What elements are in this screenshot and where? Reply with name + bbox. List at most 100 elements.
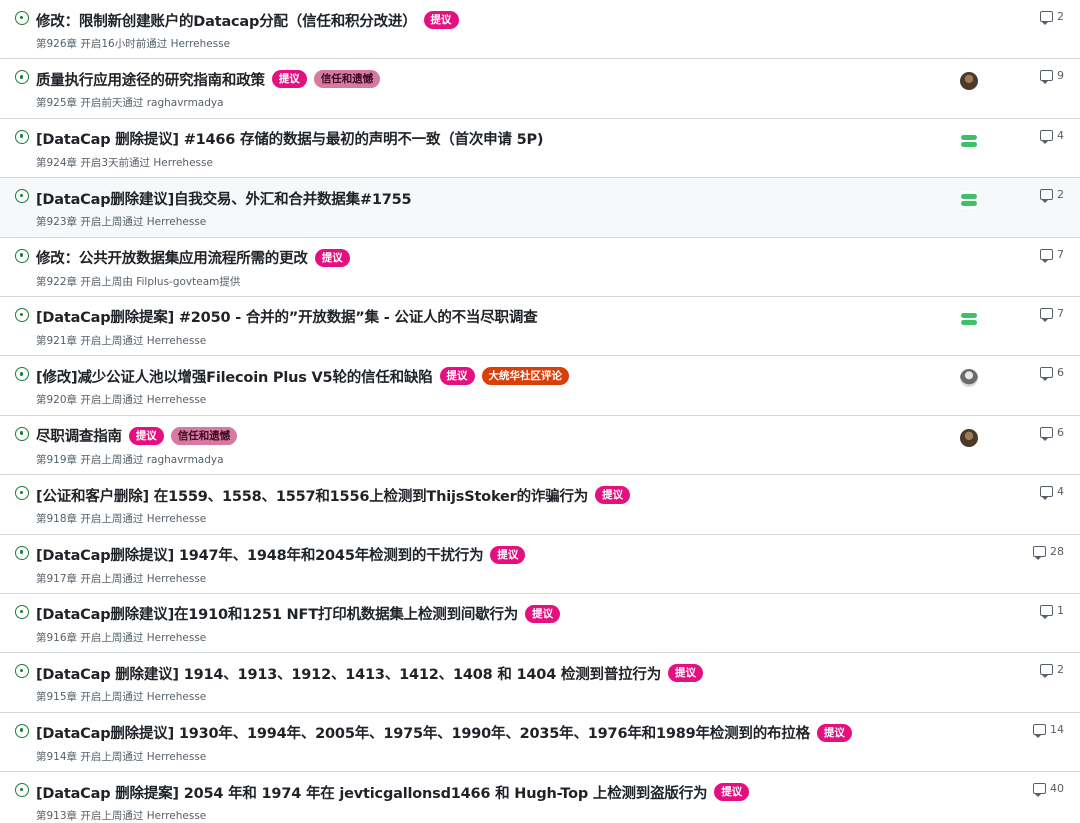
- comment-count: 4: [1057, 128, 1064, 142]
- label-proposal[interactable]: 提议: [816, 723, 852, 742]
- issue-title-link[interactable]: [DataCap 删除建议] 1914、1913、1912、1413、1412、…: [36, 663, 661, 684]
- issue-row-6[interactable]: [DataCap删除提案] #2050 - 合并的”开放数据”集 - 公证人的不…: [0, 296, 1080, 357]
- assignee-avatar[interactable]: [960, 428, 978, 447]
- issue-title-link[interactable]: [DataCap删除建议]在1910和1251 NFT打印机数据集上检测到间歇行…: [36, 603, 518, 624]
- issue-title-line: 质量执行应用途径的研究指南和政策 提议 信任和遗憾: [36, 66, 930, 92]
- comment-icon: [1040, 307, 1053, 322]
- issue-meta: 第919章 开启上周通过 raghavrmadya: [36, 453, 224, 466]
- issue-opened-icon: [15, 129, 29, 144]
- issue-title-link[interactable]: [DataCap删除建议]自我交易、外汇和合并数据集#1755: [36, 188, 412, 209]
- label-proposal[interactable]: 提议: [490, 545, 526, 564]
- label-proposal[interactable]: 提议: [128, 426, 164, 445]
- comment-count: 9: [1057, 69, 1064, 83]
- issue-title-link[interactable]: [公证和客户删除] 在1559、1558、1557和1556上检测到ThijsS…: [36, 485, 588, 506]
- comments-link[interactable]: 14: [1033, 722, 1064, 738]
- issue-meta: 第924章 开启3天前通过 Herrehesse: [36, 156, 213, 169]
- comment-count: 7: [1057, 306, 1064, 320]
- issue-row-9[interactable]: [公证和客户删除] 在1559、1558、1557和1556上检测到ThijsS…: [0, 475, 1080, 535]
- assignee-avatar[interactable]: [960, 369, 978, 388]
- issue-title-link[interactable]: [DataCap删除提案] #2050 - 合并的”开放数据”集 - 公证人的不…: [36, 306, 538, 327]
- comment-count: 14: [1050, 722, 1064, 736]
- issue-row-5[interactable]: 修改：公共开放数据集应用流程所需的更改 提议 第922章 开启上周由 Filpl…: [0, 237, 1080, 297]
- comments-link[interactable]: 28: [1033, 544, 1064, 560]
- label-proposal[interactable]: 提议: [423, 11, 459, 29]
- label-proposal[interactable]: 提议: [314, 248, 350, 267]
- comment-icon: [1040, 604, 1053, 619]
- issue-opened-icon: [15, 426, 29, 441]
- label-proposal[interactable]: 提议: [439, 367, 475, 386]
- issue-row-7[interactable]: [修改]减少公证人池以增强Filecoin Plus V5轮的信任和缺陷 提议大…: [0, 356, 1080, 416]
- comment-icon: [1040, 129, 1053, 144]
- issue-title-line: [DataCap删除提议] 1930年、1994年、2005年、1975年、19…: [36, 720, 930, 746]
- issue-title-link[interactable]: [修改]减少公证人池以增强Filecoin Plus V5轮的信任和缺陷: [36, 366, 433, 387]
- comments-link[interactable]: 4: [1040, 128, 1064, 144]
- comments-link[interactable]: 2: [1040, 10, 1064, 25]
- issue-row-1[interactable]: 修改：限制新创建账户的Datacap分配（信任和积分改进） 提议 第926章 开…: [0, 0, 1080, 60]
- issue-opened-icon: [15, 189, 29, 204]
- comment-count: 2: [1057, 188, 1064, 202]
- assignee-avatar[interactable]: [960, 191, 978, 210]
- issue-row-11[interactable]: [DataCap删除建议]在1910和1251 NFT打印机数据集上检测到间歇行…: [0, 593, 1080, 654]
- issue-title-link[interactable]: 修改：公共开放数据集应用流程所需的更改: [36, 247, 308, 268]
- issue-meta: 第916章 开启上周通过 Herrehesse: [36, 631, 207, 644]
- comment-icon: [1040, 248, 1053, 263]
- comment-icon: [1033, 723, 1046, 738]
- issue-title-line: [公证和客户删除] 在1559、1558、1557和1556上检测到ThijsS…: [36, 482, 930, 508]
- issue-opened-icon: [15, 70, 29, 85]
- label-proposal[interactable]: 提议: [595, 486, 631, 505]
- issue-title-link[interactable]: 尽职调查指南: [36, 425, 122, 446]
- comments-link[interactable]: 9: [1040, 69, 1064, 85]
- comment-count: 2: [1057, 10, 1064, 23]
- issue-row-3[interactable]: [DataCap 删除提议] #1466 存储的数据与最初的声明不一致（首次申请…: [0, 118, 1080, 179]
- comment-count: 4: [1057, 485, 1064, 499]
- issue-title-link[interactable]: 修改：限制新创建账户的Datacap分配（信任和积分改进）: [36, 10, 417, 31]
- issue-title-line: 修改：限制新创建账户的Datacap分配（信任和积分改进） 提议: [36, 7, 930, 33]
- issue-title-line: [DataCap删除提案] #2050 - 合并的”开放数据”集 - 公证人的不…: [36, 304, 930, 330]
- comments-link[interactable]: 1: [1040, 603, 1064, 619]
- comments-link[interactable]: 4: [1040, 485, 1064, 501]
- comment-count: 7: [1057, 247, 1064, 261]
- issue-title-line: [DataCap 删除提议] #1466 存储的数据与最初的声明不一致（首次申请…: [36, 126, 930, 152]
- label-proposal[interactable]: 提议: [525, 604, 561, 623]
- issue-row-8[interactable]: 尽职调查指南 提议 信任和遗憾 第919章 开启上周通过 raghavrmadya…: [0, 415, 1080, 476]
- issue-title-link[interactable]: [DataCap删除提议] 1947年、1948年和2045年检测到的干扰行为: [36, 544, 484, 565]
- comment-icon: [1040, 70, 1053, 85]
- issue-row-12[interactable]: [DataCap 删除建议] 1914、1913、1912、1413、1412、…: [0, 653, 1080, 713]
- issue-meta: 第923章 开启上周通过 Herrehesse: [36, 216, 207, 229]
- issue-row-2[interactable]: 质量执行应用途径的研究指南和政策 提议 信任和遗憾 第925章 开启前天通过 ra…: [0, 59, 1080, 119]
- label-proposal[interactable]: 提议: [714, 783, 750, 802]
- issue-meta: 第921章 开启上周通过 Herrehesse: [36, 334, 207, 347]
- comments-link[interactable]: 7: [1040, 247, 1064, 263]
- comments-link[interactable]: 6: [1040, 366, 1064, 382]
- issue-row-4[interactable]: [DataCap删除建议]自我交易、外汇和合并数据集#1755 第923章 开启…: [0, 178, 1080, 238]
- comment-count: 28: [1050, 544, 1064, 558]
- issue-meta: 第922章 开启上周由 Filplus-govteam提供: [36, 275, 241, 288]
- comments-link[interactable]: 2: [1040, 188, 1064, 204]
- label-review[interactable]: 大统华社区评论: [481, 367, 570, 386]
- comment-count: 2: [1057, 663, 1064, 677]
- assignee-avatar[interactable]: [960, 72, 978, 91]
- issue-row-13[interactable]: [DataCap删除提议] 1930年、1994年、2005年、1975年、19…: [0, 712, 1080, 773]
- issue-row-14[interactable]: [DataCap 删除提案] 2054 年和 1974 年在 jevticgal…: [0, 772, 1080, 823]
- assignee-avatar[interactable]: [960, 309, 978, 328]
- issue-title-line: [DataCap 删除建议] 1914、1913、1912、1413、1412、…: [36, 660, 930, 686]
- label-proposal[interactable]: 提议: [271, 70, 307, 89]
- comments-link[interactable]: 6: [1040, 425, 1064, 441]
- issue-title-link[interactable]: [DataCap 删除提案] 2054 年和 1974 年在 jevticgal…: [36, 782, 708, 803]
- issue-title-link[interactable]: 质量执行应用途径的研究指南和政策: [36, 69, 265, 90]
- comments-link[interactable]: 7: [1040, 306, 1064, 322]
- issue-title-line: [修改]减少公证人池以增强Filecoin Plus V5轮的信任和缺陷 提议大…: [36, 363, 930, 389]
- label-proposal[interactable]: 提议: [668, 664, 704, 683]
- issue-opened-icon: [15, 604, 29, 619]
- issue-title-link[interactable]: [DataCap 删除提议] #1466 存储的数据与最初的声明不一致（首次申请…: [36, 128, 544, 149]
- issue-row-10[interactable]: [DataCap删除提议] 1947年、1948年和2045年检测到的干扰行为 …: [0, 534, 1080, 594]
- issue-meta: 第914章 开启上周通过 Herrehesse: [36, 750, 207, 763]
- comments-link[interactable]: 40: [1033, 782, 1064, 798]
- assignee-avatar[interactable]: [960, 131, 978, 150]
- comment-count: 1: [1057, 603, 1064, 617]
- label-trust[interactable]: 信任和遗憾: [170, 426, 238, 445]
- comment-count: 6: [1057, 425, 1064, 439]
- comments-link[interactable]: 2: [1040, 663, 1064, 679]
- issue-title-link[interactable]: [DataCap删除提议] 1930年、1994年、2005年、1975年、19…: [36, 722, 810, 743]
- label-trust[interactable]: 信任和遗憾: [313, 70, 381, 89]
